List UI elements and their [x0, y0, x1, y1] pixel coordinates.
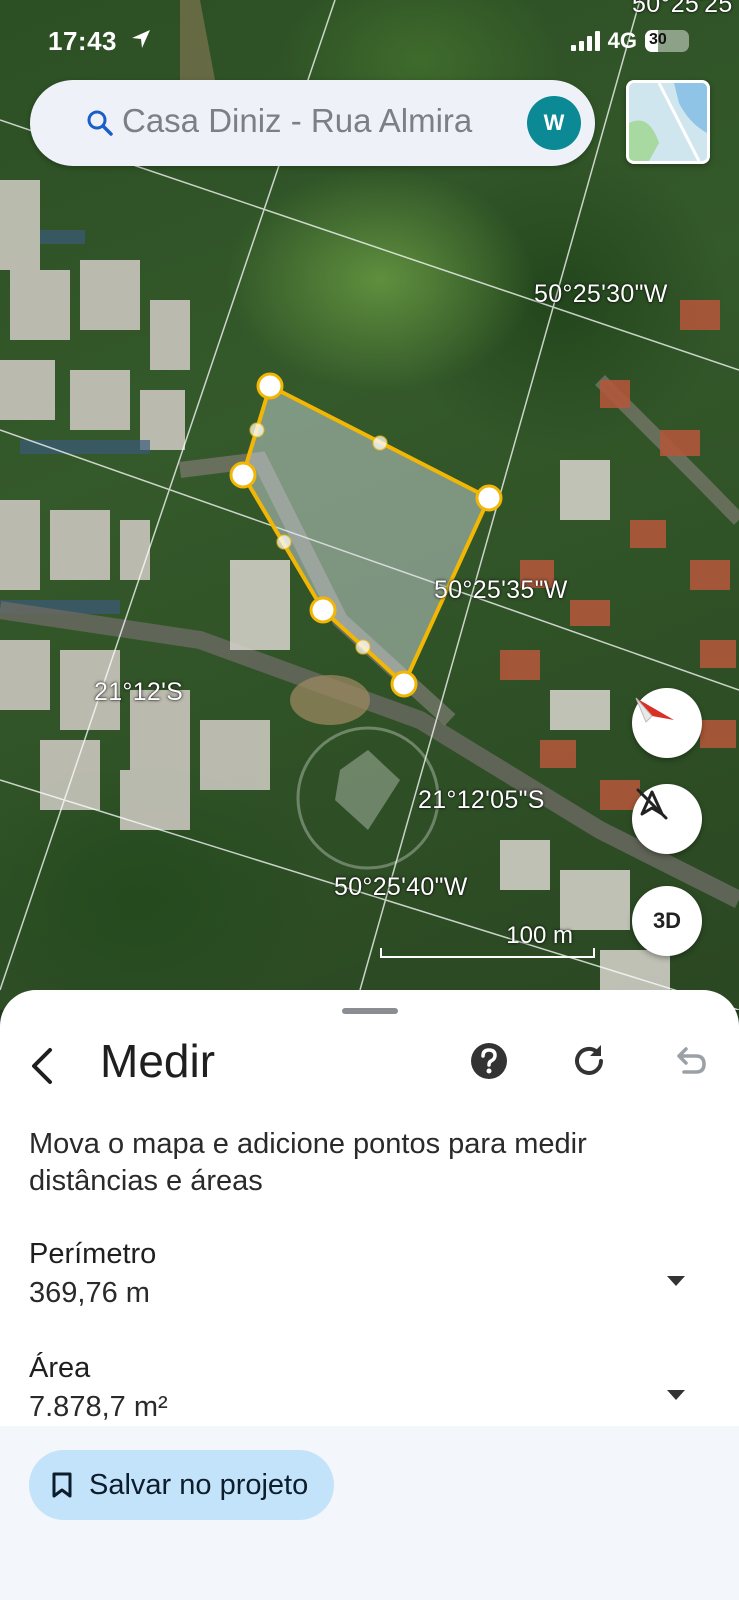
- coordinate-label: 50°25'30"W: [534, 280, 668, 308]
- vertex-point: [309, 596, 337, 624]
- perimeter-value: 369,76 m: [29, 1277, 150, 1309]
- search-input[interactable]: Casa Diniz - Rua Almira: [122, 102, 532, 142]
- reset-button[interactable]: [568, 1040, 610, 1082]
- area-value: 7.878,7 m²: [29, 1391, 168, 1423]
- vertex-point: [229, 461, 257, 489]
- status-indicators: 4G 30: [570, 28, 689, 54]
- coordinate-label: 50°25'35"W: [434, 576, 568, 604]
- undo-icon: [677, 1047, 706, 1074]
- crosshair-watermark: [296, 726, 440, 870]
- help-icon: [471, 1043, 507, 1079]
- bookmark-icon: [52, 1472, 72, 1498]
- midpoint-handle: [276, 534, 292, 550]
- vertex-point: [390, 670, 418, 698]
- vertex-point: [256, 372, 284, 400]
- compass-icon: [635, 697, 674, 723]
- coordinate-label: 21°12'05"S: [418, 786, 545, 814]
- area-label: Área: [29, 1352, 91, 1384]
- save-to-project-button[interactable]: Salvar no projeto: [29, 1450, 335, 1520]
- battery-icon: 30: [645, 30, 689, 52]
- 3d-toggle-button[interactable]: 3D: [632, 886, 702, 956]
- instructions-text: Mova o mapa e adicione pontos para medir…: [29, 1128, 587, 1197]
- coordinate-label: 21°12'S: [94, 678, 184, 706]
- search-bar[interactable]: Casa Diniz - Rua Almira W: [30, 80, 595, 166]
- measure-sheet: Medir Mova o mapa e adicione pontos para…: [0, 990, 739, 1600]
- location-off-icon: [636, 788, 668, 820]
- scale-line: [380, 948, 595, 958]
- save-button-label: Salvar no projeto: [89, 1468, 309, 1501]
- account-avatar[interactable]: W: [527, 96, 581, 150]
- map-thumbnail-icon: [629, 83, 707, 161]
- chevron-left-icon: [32, 1048, 52, 1084]
- page-title: Medir: [100, 1035, 216, 1087]
- drag-handle[interactable]: [342, 1008, 398, 1014]
- midpoint-handle: [372, 435, 388, 451]
- map-layers-button[interactable]: [626, 80, 710, 164]
- signal-icon: [570, 31, 600, 51]
- caret-down-icon[interactable]: [667, 1276, 685, 1286]
- houses-right: [500, 300, 736, 810]
- vertex-point: [475, 484, 503, 512]
- battery-percent: 30: [649, 31, 667, 48]
- satellite-map[interactable]: 17:43 4G 30 Casa Diniz - Rua Almira W 50…: [0, 0, 739, 1010]
- area-row[interactable]: Área 7.878,7 m²: [29, 1352, 709, 1424]
- perimeter-label: Perímetro: [29, 1238, 157, 1270]
- coordinate-label: 50°25'25: [632, 0, 733, 18]
- building-blocks-left: [0, 180, 270, 830]
- refresh-icon: [575, 1045, 603, 1075]
- scale-bar: 100 m: [380, 922, 595, 962]
- status-bar: 17:43 4G 30: [0, 0, 739, 80]
- caret-down-icon[interactable]: [667, 1390, 685, 1400]
- network-type: 4G: [607, 28, 637, 53]
- 3d-label: 3D: [652, 908, 682, 933]
- undo-button[interactable]: [668, 1040, 710, 1082]
- perimeter-row[interactable]: Perímetro 369,76 m: [29, 1238, 709, 1310]
- compass-button[interactable]: [632, 688, 702, 758]
- sheet-footer: Salvar no projeto: [0, 1426, 739, 1600]
- midpoint-handle: [355, 639, 371, 655]
- coordinate-label: 50°25'40"W: [334, 873, 468, 901]
- help-button[interactable]: [468, 1040, 510, 1082]
- status-time: 17:43: [48, 26, 117, 56]
- scale-label: 100 m: [506, 922, 573, 949]
- midpoint-handle: [249, 422, 265, 438]
- location-button[interactable]: [632, 784, 702, 854]
- back-button[interactable]: [24, 1042, 64, 1090]
